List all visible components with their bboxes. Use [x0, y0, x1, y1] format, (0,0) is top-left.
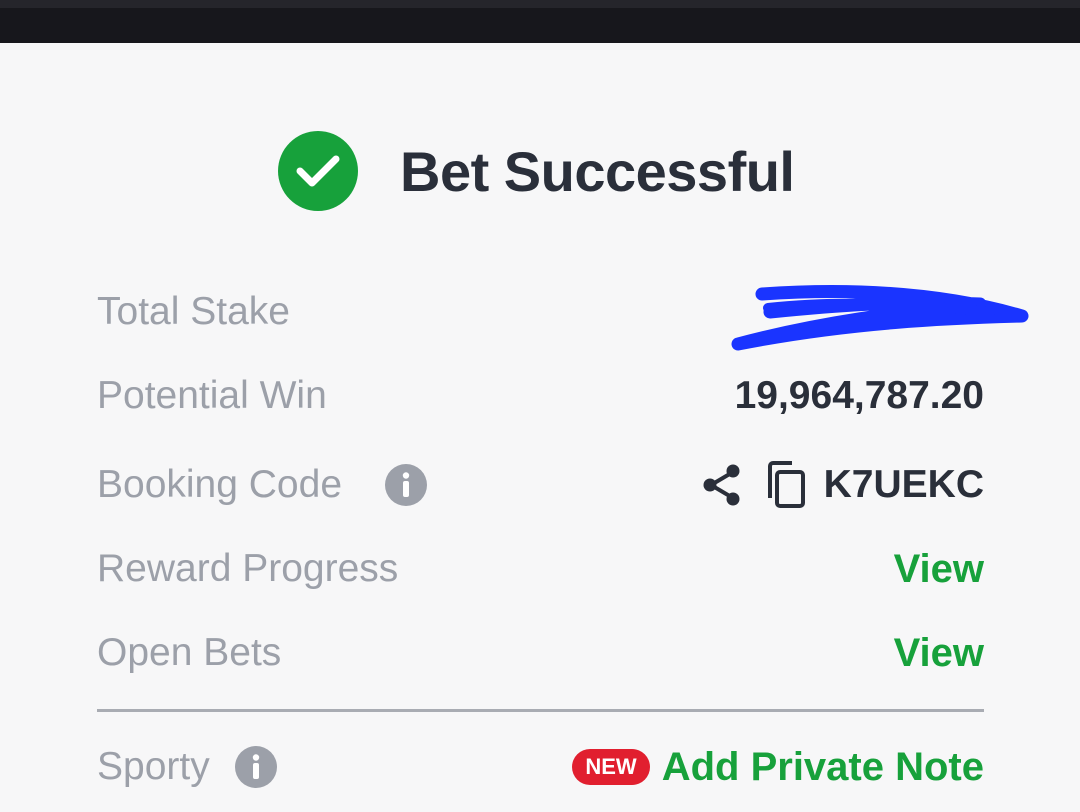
divider	[97, 709, 984, 712]
add-private-note-button[interactable]: NEW Add Private Note	[572, 737, 984, 797]
info-icon[interactable]	[235, 746, 277, 788]
potential-win-label: Potential Win	[97, 374, 327, 417]
sporty-label: Sporty	[97, 745, 210, 788]
booking-code-value[interactable]: K7UEKC	[824, 463, 984, 507]
new-badge: NEW	[572, 749, 650, 785]
status-bar	[0, 0, 1080, 43]
check-circle-icon	[278, 131, 358, 211]
open-bets-row: Open Bets View	[97, 623, 984, 683]
potential-win-value: 19,964,787.20	[734, 374, 984, 417]
reward-progress-row: Reward Progress View	[97, 539, 984, 599]
open-bets-label: Open Bets	[97, 631, 282, 674]
potential-win-row: Potential Win 19,964,787.20	[97, 366, 984, 426]
info-icon[interactable]	[385, 464, 427, 506]
total-stake-label: Total Stake	[97, 290, 290, 333]
reward-progress-label: Reward Progress	[97, 547, 399, 590]
redaction-scribble	[731, 285, 1029, 351]
add-private-note-link[interactable]: Add Private Note	[662, 745, 984, 790]
copy-icon[interactable]	[762, 460, 808, 510]
open-bets-view-link[interactable]: View	[894, 631, 984, 676]
share-icon[interactable]	[700, 462, 744, 508]
page-title: Bet Successful	[400, 139, 795, 203]
success-header: Bet Successful	[278, 131, 795, 211]
sporty-row: Sporty NEW Add Private Note	[97, 737, 984, 797]
booking-code-label: Booking Code	[97, 463, 343, 506]
reward-progress-view-link[interactable]: View	[894, 547, 984, 592]
booking-code-row: Booking Code K7UEKC	[97, 455, 984, 515]
